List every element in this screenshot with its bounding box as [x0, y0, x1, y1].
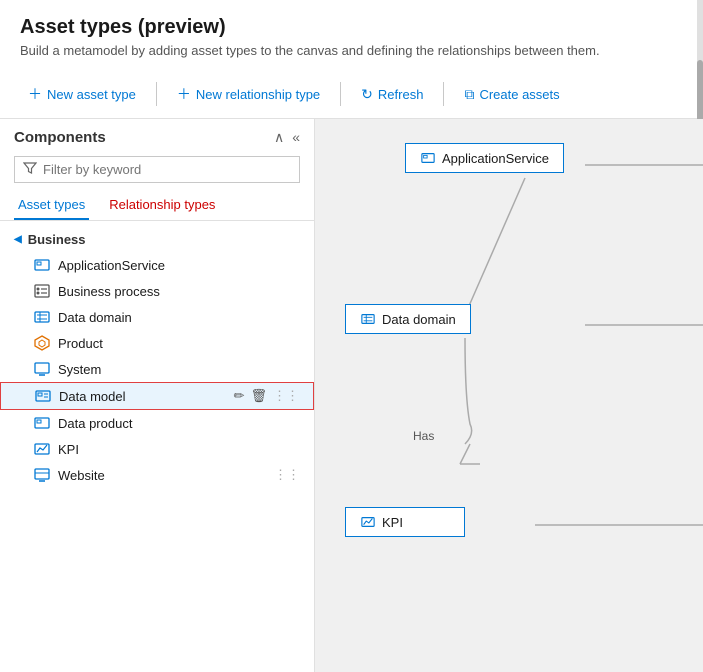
- page: Asset types (preview) Build a metamodel …: [0, 0, 703, 672]
- toolbar-divider-1: [156, 82, 157, 106]
- section-arrow-icon: ◀: [14, 234, 22, 245]
- tab-asset-types[interactable]: Asset types: [14, 191, 89, 220]
- plus-icon-1: ＋: [28, 84, 42, 104]
- list-item[interactable]: KPI: [0, 436, 314, 462]
- bars-icon: ⋮⋮: [274, 467, 300, 483]
- toolbar: ＋ New asset type ＋ New relationship type…: [0, 70, 703, 119]
- item-label: Data domain: [58, 310, 300, 325]
- item-label: Data model: [59, 389, 226, 404]
- canvas-node-label: Data domain: [382, 312, 456, 327]
- kpi-icon: [34, 441, 50, 457]
- business-process-icon: [34, 283, 50, 299]
- list-item[interactable]: Data product: [0, 410, 314, 436]
- canvas-node-icon: [360, 514, 376, 530]
- item-label: Business process: [58, 284, 300, 299]
- sidebar-header: Components ∧ «: [0, 119, 314, 152]
- list-item[interactable]: Business process: [0, 278, 314, 304]
- canvas-node-app-service[interactable]: ApplicationService: [405, 143, 564, 173]
- toolbar-divider-3: [443, 82, 444, 106]
- business-section-header[interactable]: ◀ Business: [0, 227, 314, 252]
- page-subtitle: Build a metamodel by adding asset types …: [20, 43, 683, 58]
- collapse-icon[interactable]: ∧: [274, 129, 284, 146]
- website-icon: [34, 467, 50, 483]
- canvas[interactable]: ApplicationService Data domain Has KPI: [315, 119, 703, 672]
- refresh-button[interactable]: ↻ Refresh: [349, 80, 435, 109]
- page-title: Asset types (preview): [20, 16, 683, 39]
- tab-relationship-types[interactable]: Relationship types: [105, 191, 219, 220]
- item-actions-bars: ⋮⋮: [274, 467, 300, 483]
- item-actions: ✏ 🗑 ⋮⋮: [234, 388, 299, 404]
- data-model-icon: [35, 388, 51, 404]
- list-item[interactable]: System: [0, 356, 314, 382]
- delete-icon[interactable]: 🗑: [250, 388, 267, 404]
- list-item[interactable]: Product: [0, 330, 314, 356]
- app-service-icon: [34, 257, 50, 273]
- item-label: ApplicationService: [58, 258, 300, 273]
- item-label: Product: [58, 336, 300, 351]
- canvas-node-icon: [420, 150, 436, 166]
- refresh-icon: ↻: [361, 86, 373, 103]
- data-product-icon: [34, 415, 50, 431]
- data-domain-icon: [34, 309, 50, 325]
- asset-tree: ◀ Business ApplicationService Busine: [0, 221, 314, 672]
- item-label: Data product: [58, 416, 300, 431]
- business-section: ◀ Business ApplicationService Busine: [0, 227, 314, 488]
- canvas-connections: [315, 119, 703, 672]
- search-box: [14, 156, 300, 183]
- sidebar: Components ∧ « Asset types Relationship …: [0, 119, 315, 672]
- plus-icon-2: ＋: [177, 84, 191, 104]
- main-area: Components ∧ « Asset types Relationship …: [0, 119, 703, 672]
- edit-icon[interactable]: ✏: [234, 388, 245, 404]
- drag-handle-icon: ⋮⋮: [273, 388, 299, 404]
- tabs: Asset types Relationship types: [0, 191, 314, 221]
- section-label: Business: [28, 232, 86, 247]
- canvas-node-label: ApplicationService: [442, 151, 549, 166]
- list-item[interactable]: Data domain: [0, 304, 314, 330]
- canvas-node-kpi[interactable]: KPI: [345, 507, 465, 537]
- canvas-has-label: Has: [413, 429, 434, 443]
- create-icon: ⧉: [464, 86, 474, 103]
- search-input[interactable]: [43, 162, 291, 177]
- canvas-node-data-domain[interactable]: Data domain: [345, 304, 471, 334]
- sidebar-title: Components: [14, 129, 106, 146]
- canvas-node-icon: [360, 311, 376, 327]
- canvas-node-label: KPI: [382, 515, 403, 530]
- toolbar-divider-2: [340, 82, 341, 106]
- item-label: System: [58, 362, 300, 377]
- header: Asset types (preview) Build a metamodel …: [0, 0, 703, 70]
- item-label: Website: [58, 468, 266, 483]
- new-relationship-type-button[interactable]: ＋ New relationship type: [165, 78, 332, 110]
- list-item[interactable]: ApplicationService: [0, 252, 314, 278]
- item-label: KPI: [58, 442, 300, 457]
- list-item[interactable]: Data model ✏ 🗑 ⋮⋮: [0, 382, 314, 410]
- product-icon: [34, 335, 50, 351]
- new-asset-type-button[interactable]: ＋ New asset type: [16, 78, 148, 110]
- create-assets-button[interactable]: ⧉ Create assets: [452, 80, 571, 109]
- sidebar-toggle-icon[interactable]: «: [292, 129, 300, 146]
- sidebar-controls: ∧ «: [274, 129, 300, 146]
- list-item[interactable]: Website ⋮⋮: [0, 462, 314, 488]
- system-icon: [34, 361, 50, 377]
- filter-icon: [23, 161, 37, 178]
